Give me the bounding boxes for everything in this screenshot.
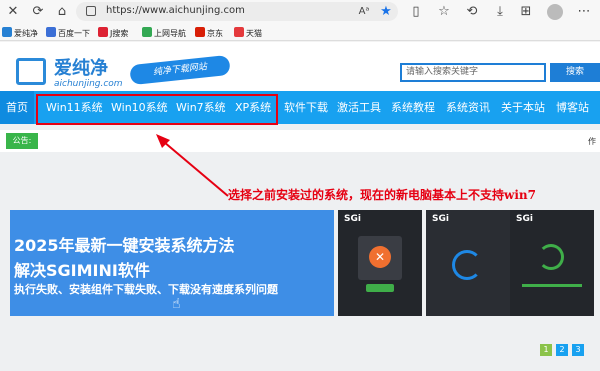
- search-button[interactable]: 搜索: [550, 63, 600, 82]
- collections-icon[interactable]: ⊞: [518, 4, 534, 20]
- bookmark-icon: [98, 27, 108, 37]
- nav-item-news[interactable]: 系统资讯: [446, 91, 490, 124]
- notice-text: 作: [588, 137, 596, 146]
- bookmark-item[interactable]: 京东: [195, 27, 223, 39]
- bookmark-icon: [46, 27, 56, 37]
- banner-description: 执行失败、安装组件下载失败、下载没有速度系列问题: [14, 283, 278, 296]
- site-logo-text[interactable]: 爱纯净: [54, 58, 108, 80]
- nav-item-tutorials[interactable]: 系统教程: [391, 91, 435, 124]
- bookmark-icon: [195, 27, 205, 37]
- favorites-icon[interactable]: ☆: [436, 4, 452, 20]
- refresh-icon[interactable]: ⟳: [30, 4, 46, 20]
- history-icon[interactable]: ⟲: [464, 4, 480, 20]
- nav-item-software[interactable]: 软件下载: [284, 91, 328, 124]
- pager-dot[interactable]: 1: [540, 344, 552, 356]
- annotation-arrow: [156, 134, 229, 197]
- app-title: SGi: [432, 214, 449, 224]
- bookmark-icon: [142, 27, 152, 37]
- nav-item-activation[interactable]: 激活工具: [337, 91, 381, 124]
- highlight-box: [36, 94, 278, 125]
- more-icon[interactable]: ⋯: [576, 4, 592, 20]
- app-screenshot: SGi: [426, 210, 510, 316]
- app-screenshot: SGi: [510, 210, 594, 316]
- home-icon[interactable]: ⌂: [54, 4, 70, 20]
- bookmark-icon: [2, 27, 12, 37]
- cursor-icon: ☝: [172, 296, 181, 312]
- read-aloud-icon[interactable]: Aᵃ: [356, 4, 372, 20]
- app-title: SGi: [344, 214, 361, 224]
- split-screen-icon[interactable]: ▯: [408, 4, 424, 20]
- bookmark-item[interactable]: 天猫: [234, 27, 262, 39]
- site-logo-domain: aichunjing.com: [54, 79, 123, 89]
- nav-item-blog[interactable]: 博客站: [556, 91, 589, 124]
- favorite-star-icon[interactable]: ★: [378, 4, 394, 20]
- app-title: SGi: [516, 214, 533, 224]
- bookmark-item[interactable]: 百度一下: [46, 27, 90, 39]
- search-input[interactable]: 请输入搜索关键字: [400, 63, 546, 82]
- bookmark-item[interactable]: 上网导航: [142, 27, 186, 39]
- close-tab-icon[interactable]: ✕: [5, 4, 21, 20]
- loading-spinner-icon: [452, 250, 482, 280]
- pager-dot[interactable]: 2: [556, 344, 568, 356]
- progress-ring-icon: [538, 244, 564, 270]
- nav-item-about[interactable]: 关于本站: [501, 91, 545, 124]
- nav-home[interactable]: 首页: [0, 91, 34, 124]
- bookmark-item[interactable]: J搜索: [98, 27, 128, 39]
- banner-subtitle: 解决SGIMINI软件: [14, 261, 150, 280]
- app-screenshot: SGi ✕: [338, 210, 422, 316]
- pager-dot[interactable]: 3: [572, 344, 584, 356]
- url-text[interactable]: https://www.aichunjing.com: [106, 4, 245, 18]
- lock-icon[interactable]: [86, 6, 96, 16]
- bookmark-item[interactable]: 爱纯净: [2, 27, 38, 39]
- avatar[interactable]: [547, 4, 563, 20]
- error-icon: ✕: [369, 246, 391, 268]
- download-icon[interactable]: ⤓: [492, 4, 508, 20]
- annotation-text: 选择之前安装过的系统，现在的新电脑基本上不支持win7: [228, 188, 536, 202]
- bookmark-icon: [234, 27, 244, 37]
- banner-title: 2025年最新一键安装系统方法: [14, 236, 235, 255]
- notice-tag: 公告:: [6, 133, 38, 149]
- bookmarks-bar: [0, 24, 600, 41]
- site-logo-icon[interactable]: [16, 58, 46, 85]
- notice-bar: [0, 130, 600, 152]
